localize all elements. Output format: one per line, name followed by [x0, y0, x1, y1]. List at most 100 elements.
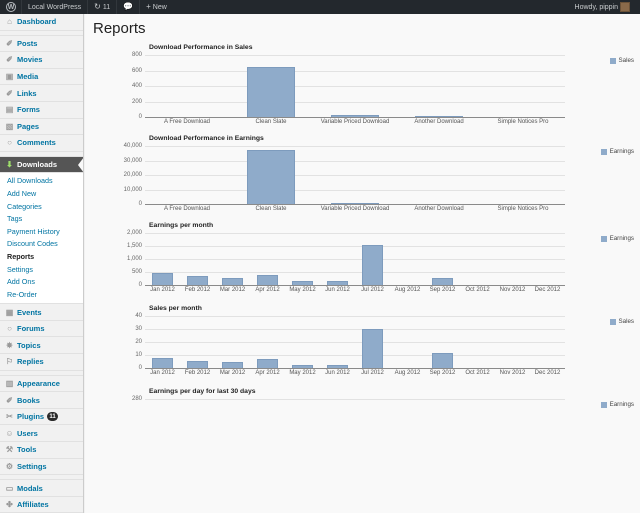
- chart-bar[interactable]: [327, 280, 348, 285]
- chart-bar-cell[interactable]: [215, 316, 250, 368]
- submenu-item-re-order[interactable]: Re-Order: [0, 289, 83, 302]
- sidebar-item-comments[interactable]: ○ Comments: [0, 135, 83, 152]
- chart-bar-cell[interactable]: [481, 146, 565, 204]
- sidebar-item-dashboard[interactable]: ⌂ Dashboard: [0, 14, 83, 31]
- chart-bar[interactable]: [246, 150, 296, 204]
- chart-bar-cell[interactable]: [425, 316, 460, 368]
- chart-bar[interactable]: [222, 362, 243, 368]
- chart-bar-cell[interactable]: [355, 233, 390, 285]
- chart-bar[interactable]: [187, 360, 208, 368]
- chart-bar[interactable]: [246, 67, 296, 117]
- chart-bar[interactable]: [330, 115, 380, 117]
- chart-bar-cell[interactable]: [397, 146, 481, 204]
- chart-bar[interactable]: [152, 358, 173, 368]
- sidebar-item-users[interactable]: ☺ Users: [0, 425, 83, 443]
- chart-bar-cell[interactable]: [250, 233, 285, 285]
- chart-bar[interactable]: [414, 115, 464, 117]
- sidebar-item-links[interactable]: ✐ Links: [0, 85, 83, 102]
- sidebar-item-topics[interactable]: ✸ Topics: [0, 337, 83, 355]
- chart-bar-cell[interactable]: [355, 316, 390, 368]
- chart-bar-cell[interactable]: [145, 55, 229, 117]
- sidebar-item-affiliates[interactable]: ✤ Affiliates: [0, 496, 83, 513]
- submenu-item-settings[interactable]: Settings: [0, 264, 83, 277]
- admin-sidebar-menu[interactable]: ⌂ Dashboard ✐ Posts ✐ Movies ▣ Media ✐ Links ▤ Form…: [0, 14, 84, 513]
- sidebar-item-pages[interactable]: ▧ Pages: [0, 118, 83, 136]
- sidebar-item-books[interactable]: ✐ Books: [0, 392, 83, 409]
- sidebar-item-tools[interactable]: ⚒ Tools: [0, 442, 83, 459]
- chart-bar-cell[interactable]: [229, 146, 313, 204]
- page-title: Reports: [93, 20, 146, 37]
- wp-logo-button[interactable]: W: [0, 0, 21, 14]
- sidebar-item-replies[interactable]: ⚐ Replies: [0, 354, 83, 371]
- sidebar-item-forms[interactable]: ▤ Forms: [0, 101, 83, 119]
- chart-bar-cell[interactable]: [530, 316, 565, 368]
- submenu-item-tags[interactable]: Tags: [0, 213, 83, 226]
- chart-bar-cell[interactable]: [285, 316, 320, 368]
- chart-bar[interactable]: [257, 274, 278, 285]
- chart-bar-cell[interactable]: [180, 233, 215, 285]
- chart-bar-cell[interactable]: [229, 55, 313, 117]
- sidebar-item-movies[interactable]: ✐ Movies: [0, 52, 83, 69]
- chart-bar[interactable]: [152, 273, 173, 285]
- chart-legend[interactable]: Earnings: [600, 235, 634, 242]
- chart-bar-cell[interactable]: [460, 233, 495, 285]
- sidebar-item-settings[interactable]: ⚙ Settings: [0, 458, 83, 476]
- sidebar-item-events[interactable]: ▦ Events: [0, 304, 83, 321]
- site-name-button[interactable]: Local WordPress: [22, 0, 87, 14]
- chart-bar-cell[interactable]: [390, 233, 425, 285]
- chart-bar-cell[interactable]: [397, 55, 481, 117]
- chart-legend[interactable]: Earnings: [600, 401, 634, 408]
- sidebar-item-modals[interactable]: ▭ Modals: [0, 480, 83, 497]
- chart-bar-cell[interactable]: [481, 55, 565, 117]
- sidebar-item-plugins[interactable]: ✂ Plugins 11: [0, 408, 83, 426]
- chart-legend[interactable]: Earnings: [600, 148, 634, 155]
- submenu-item-categories[interactable]: Categories: [0, 201, 83, 214]
- chart-bar-cell[interactable]: [145, 233, 180, 285]
- chart-bar-cell[interactable]: [460, 316, 495, 368]
- sidebar-item-downloads[interactable]: ⬇ Downloads: [0, 156, 83, 174]
- chart-bar-cell[interactable]: [530, 233, 565, 285]
- chart-bar[interactable]: [362, 329, 383, 368]
- chart-bar-cell[interactable]: [495, 233, 530, 285]
- sidebar-item-appearance[interactable]: ▥ Appearance: [0, 375, 83, 393]
- sidebar-item-posts[interactable]: ✐ Posts: [0, 35, 83, 53]
- chart-bar-cell[interactable]: [215, 233, 250, 285]
- chart-bar[interactable]: [292, 364, 313, 368]
- sidebar-item-media[interactable]: ▣ Media: [0, 68, 83, 86]
- submenu-item-payment-history[interactable]: Payment History: [0, 226, 83, 239]
- submenu-item-all-downloads[interactable]: All Downloads: [0, 175, 83, 188]
- chart-bar-cell[interactable]: [320, 316, 355, 368]
- chart-bar-cell[interactable]: [495, 316, 530, 368]
- chart-bar[interactable]: [432, 353, 453, 368]
- chart-bar-cell[interactable]: [320, 233, 355, 285]
- chart-bar-cell[interactable]: [180, 316, 215, 368]
- chart-bar[interactable]: [330, 203, 380, 204]
- chart-bar-cell[interactable]: [285, 233, 320, 285]
- submenu-item-discount-codes[interactable]: Discount Codes: [0, 238, 83, 251]
- chart-bar-cell[interactable]: [313, 55, 397, 117]
- chart-bar[interactable]: [432, 277, 453, 285]
- chart-bar[interactable]: [187, 276, 208, 285]
- chart-bar-cell[interactable]: [390, 316, 425, 368]
- submenu-item-add-ons[interactable]: Add Ons: [0, 276, 83, 289]
- chart-bar[interactable]: [327, 364, 348, 368]
- chart-bar[interactable]: [257, 359, 278, 368]
- chart-bar-cell[interactable]: [425, 233, 460, 285]
- chart-bar-cell[interactable]: [145, 146, 229, 204]
- comments-button[interactable]: 💬: [117, 0, 139, 14]
- chart-bar[interactable]: [362, 245, 383, 285]
- submenu-item-reports[interactable]: Reports: [0, 251, 83, 264]
- chart-bar-cell[interactable]: [145, 316, 180, 368]
- chart-bar[interactable]: [222, 277, 243, 285]
- submenu-item-add-new[interactable]: Add New: [0, 188, 83, 201]
- chart-legend[interactable]: Sales: [609, 57, 634, 64]
- chart-bar-cell[interactable]: [250, 316, 285, 368]
- sidebar-item-forums[interactable]: ○ Forums: [0, 320, 83, 338]
- chart-bar[interactable]: [292, 280, 313, 285]
- howdy-account-menu[interactable]: Howdy, pippin: [569, 0, 636, 14]
- new-content-button[interactable]: + New: [140, 0, 173, 14]
- updates-button[interactable]: ↻ 11: [88, 0, 116, 14]
- chart-legend[interactable]: Sales: [609, 318, 634, 325]
- chart-bar-cell[interactable]: [313, 146, 397, 204]
- downloads-submenu[interactable]: All Downloads Add New Categories Tags Paymen…: [0, 173, 83, 305]
